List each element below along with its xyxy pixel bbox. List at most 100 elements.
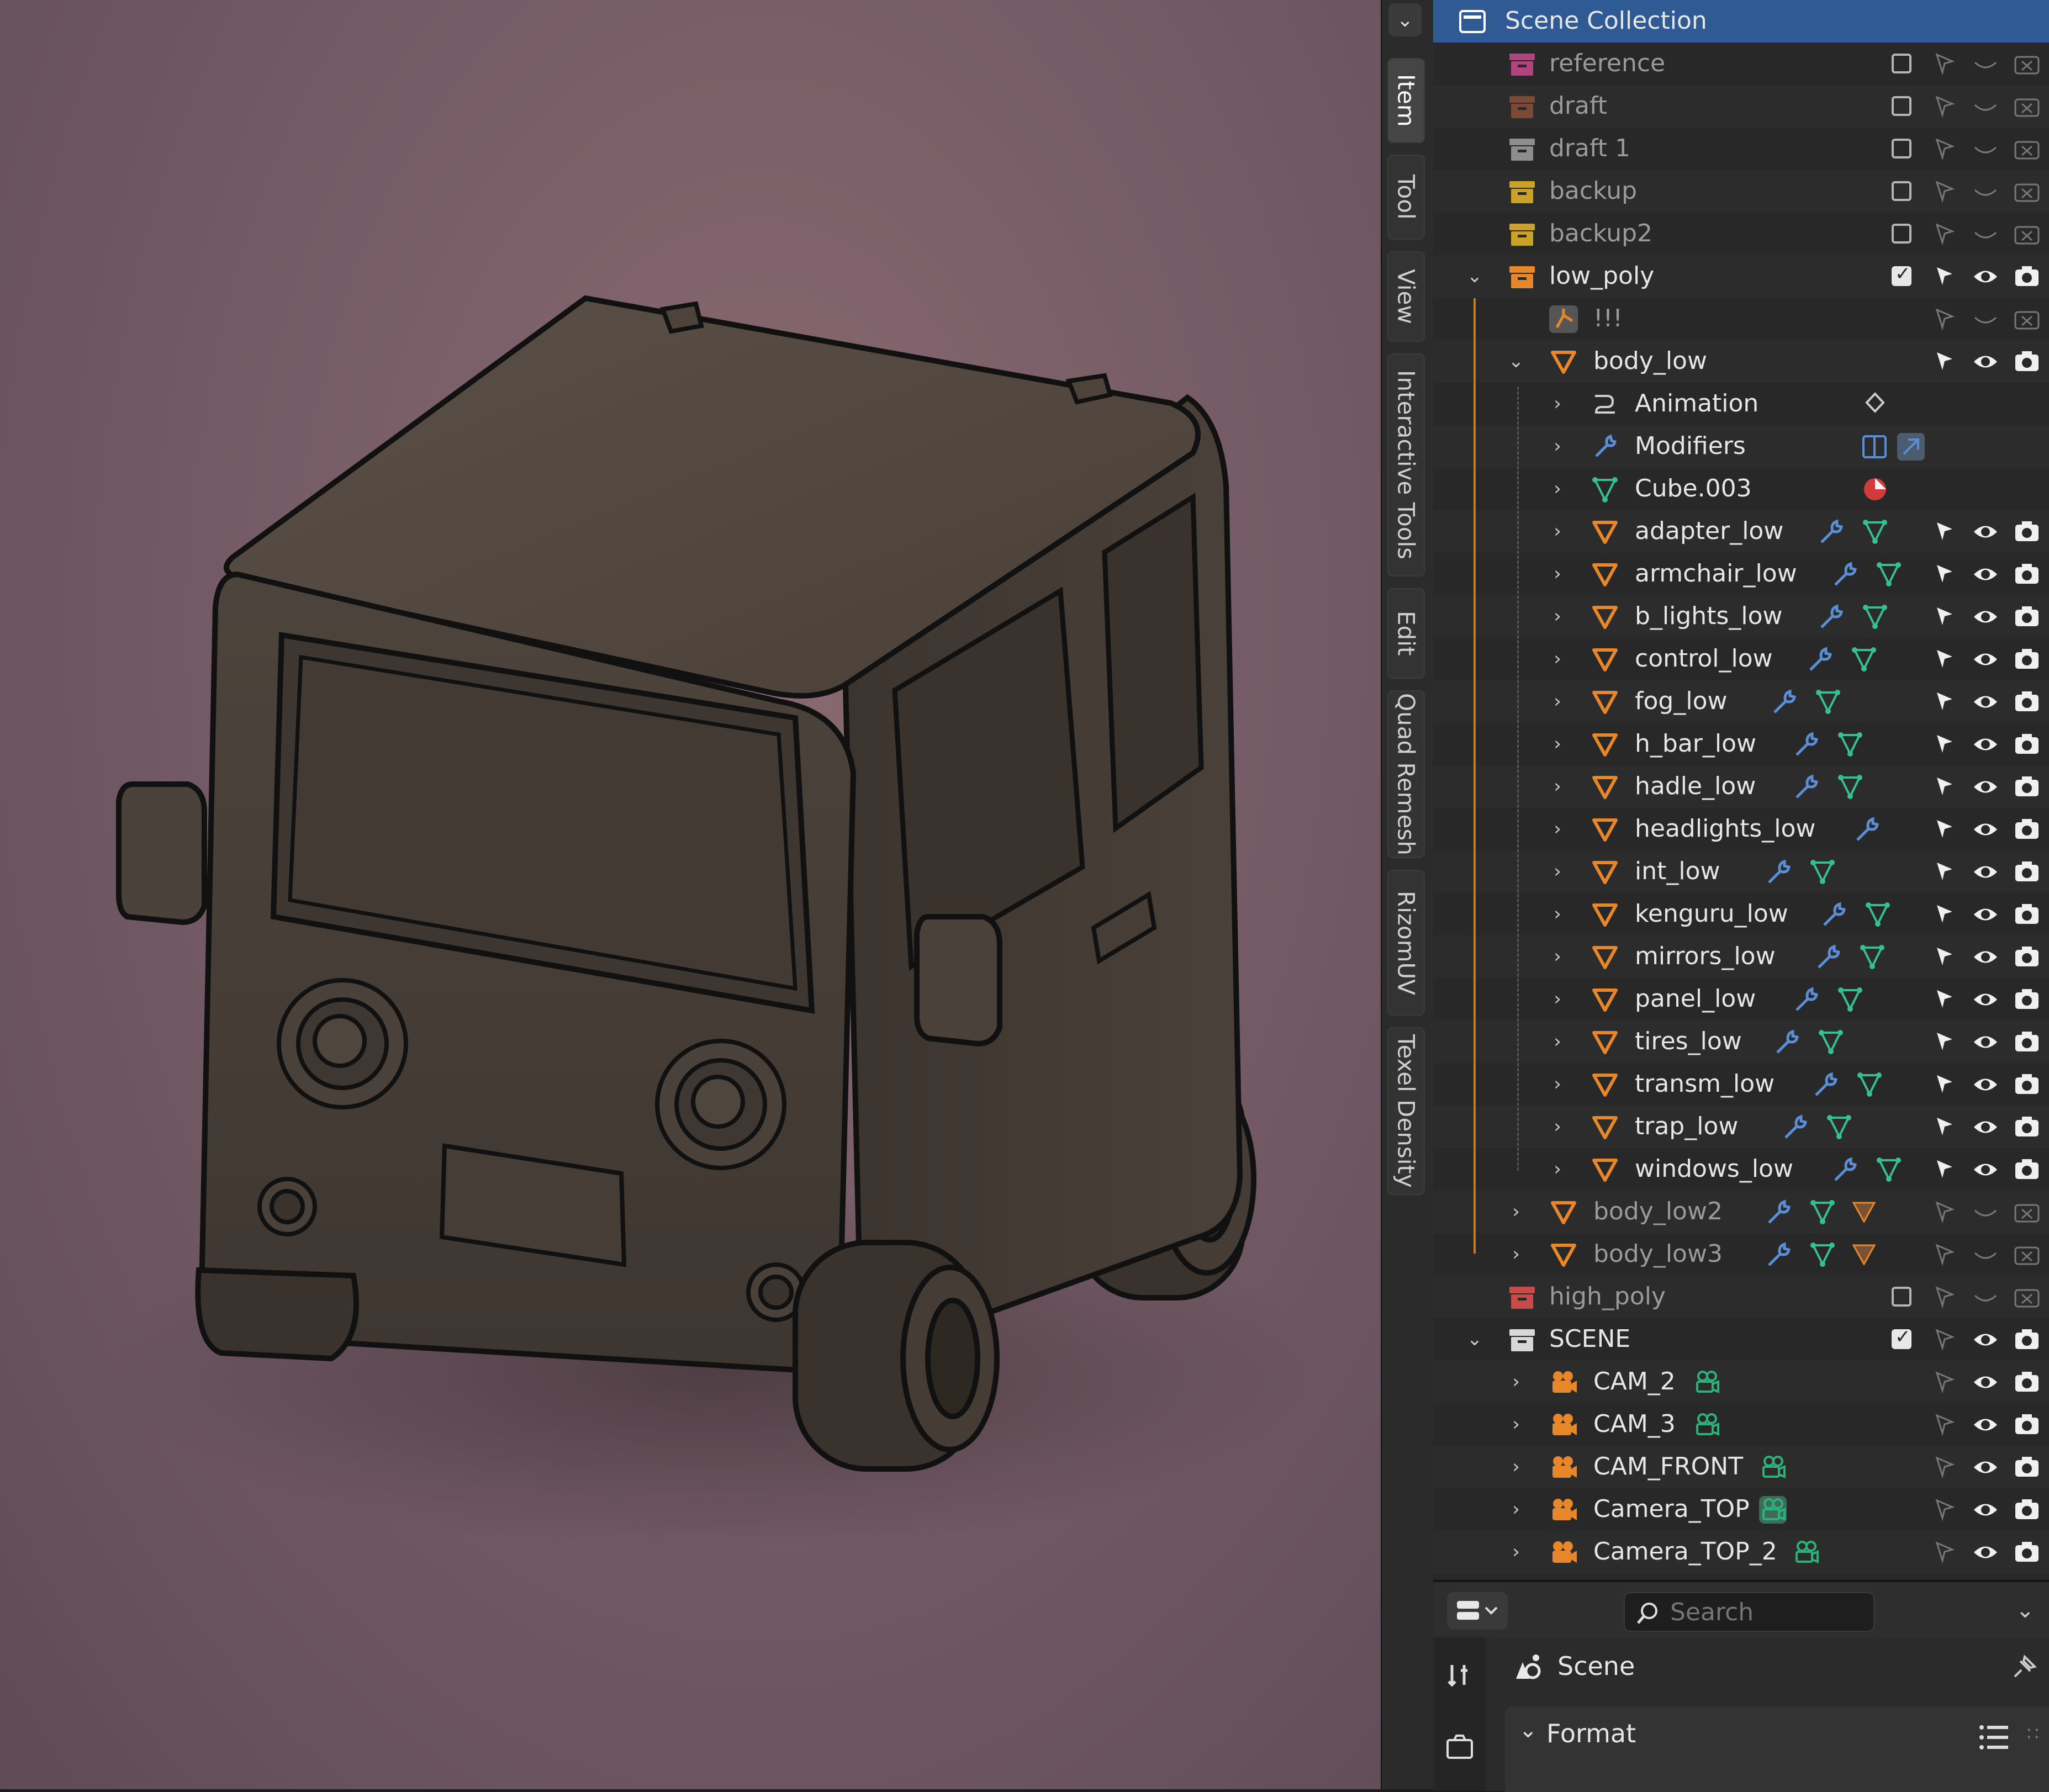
modifier-wrench-icon[interactable] bbox=[1765, 858, 1792, 886]
tab-texel-density[interactable]: Texel Density bbox=[1387, 1027, 1425, 1195]
outliner-row-body-low[interactable]: ⌄ body_low bbox=[1433, 340, 2049, 383]
outliner-row-tires-low[interactable]: › tires_low bbox=[1433, 1021, 2049, 1063]
chevron-right-icon[interactable]: › bbox=[1505, 1541, 1527, 1563]
outliner-row-headlights-low[interactable]: › headlights_low bbox=[1433, 808, 2049, 850]
selectable-toggle-icon[interactable] bbox=[1930, 1113, 1958, 1141]
selectable-toggle-icon[interactable] bbox=[1930, 561, 1958, 588]
outliner-row-kenguru-low[interactable]: › kenguru_low bbox=[1433, 893, 2049, 935]
selectable-toggle-icon[interactable] bbox=[1930, 1453, 1958, 1481]
visibility-eye-icon[interactable] bbox=[1972, 1453, 1999, 1481]
chevron-right-icon[interactable]: › bbox=[1546, 1158, 1569, 1180]
selectable-toggle-icon[interactable] bbox=[1930, 1028, 1958, 1056]
chevron-right-icon[interactable]: › bbox=[1546, 775, 1569, 797]
outliner-row-adapter-low[interactable]: › adapter_low bbox=[1433, 510, 2049, 553]
chevron-right-icon[interactable]: › bbox=[1546, 648, 1569, 670]
selectable-toggle-icon[interactable] bbox=[1930, 901, 1958, 928]
modifier-wrench-icon[interactable] bbox=[1831, 561, 1858, 588]
outliner-row-body-low2[interactable]: › body_low2 bbox=[1433, 1191, 2049, 1233]
visibility-eye-icon[interactable] bbox=[1972, 1326, 1999, 1354]
mesh-data-icon[interactable] bbox=[1809, 858, 1836, 886]
properties-editor[interactable]: ⌄ Scene ⌄ Format ∷ bbox=[1433, 1580, 2049, 1792]
outliner-row-low-poly[interactable]: ⌄ low_poly bbox=[1433, 255, 2049, 298]
selectable-toggle-icon[interactable] bbox=[1930, 1496, 1958, 1524]
chevron-right-icon[interactable]: › bbox=[1546, 435, 1569, 457]
render-camera-icon[interactable] bbox=[2013, 1326, 2041, 1354]
chevron-right-icon[interactable]: › bbox=[1546, 945, 1569, 968]
render-camera-icon[interactable] bbox=[2013, 1496, 2041, 1524]
outliner-row-reference[interactable]: reference bbox=[1433, 43, 2049, 85]
selectable-toggle-icon[interactable] bbox=[1930, 518, 1958, 546]
chevron-right-icon[interactable]: › bbox=[1546, 1116, 1569, 1138]
visibility-eye-icon[interactable] bbox=[1972, 1071, 1999, 1098]
render-camera-icon[interactable] bbox=[2013, 1368, 2041, 1396]
exclude-checkbox[interactable] bbox=[1892, 139, 1911, 158]
mesh-data-icon[interactable] bbox=[1856, 1071, 1883, 1098]
render-camera-icon[interactable] bbox=[2013, 858, 2041, 886]
chevron-down-icon[interactable]: ⌄ bbox=[1464, 1328, 1486, 1350]
visibility-eye-icon[interactable] bbox=[1972, 1411, 1999, 1439]
chevron-right-icon[interactable]: › bbox=[1546, 1030, 1569, 1053]
chevron-down-icon[interactable]: ⌄ bbox=[1505, 350, 1527, 372]
visibility-eye-icon[interactable] bbox=[1972, 943, 1999, 971]
exclude-checkbox[interactable] bbox=[1892, 96, 1911, 116]
selectable-toggle-icon[interactable] bbox=[1930, 1283, 1958, 1311]
tab-quad-remesh[interactable]: Quad Remesh bbox=[1387, 690, 1425, 858]
chevron-down-icon[interactable]: ⌄ bbox=[1388, 3, 1422, 36]
selectable-toggle-icon[interactable] bbox=[1930, 178, 1958, 205]
visibility-eye-icon[interactable] bbox=[1972, 1113, 1999, 1141]
hook-modifier-icon[interactable] bbox=[1897, 433, 1925, 461]
render-camera-icon[interactable] bbox=[2013, 1539, 2041, 1566]
material-slot-icon[interactable] bbox=[1850, 1198, 1878, 1226]
render-camera-icon[interactable] bbox=[2013, 646, 2041, 673]
chevron-right-icon[interactable]: › bbox=[1546, 860, 1569, 882]
modifier-wrench-icon[interactable] bbox=[1781, 1113, 1809, 1141]
outliner-row-cube-003[interactable]: › Cube.003 bbox=[1433, 468, 2049, 510]
chevron-right-icon[interactable]: › bbox=[1546, 903, 1569, 925]
render-camera-icon[interactable] bbox=[2013, 50, 2041, 78]
chevron-right-icon[interactable]: › bbox=[1505, 1243, 1527, 1265]
visibility-eye-icon[interactable] bbox=[1972, 1198, 1999, 1226]
modifier-wrench-icon[interactable] bbox=[1831, 1156, 1858, 1183]
outliner-row-body-low3[interactable]: › body_low3 bbox=[1433, 1233, 2049, 1276]
render-camera-icon[interactable] bbox=[2013, 1241, 2041, 1268]
modifier-wrench-icon[interactable] bbox=[1806, 646, 1834, 673]
chevron-right-icon[interactable]: › bbox=[1546, 988, 1569, 1010]
chevron-right-icon[interactable]: › bbox=[1505, 1371, 1527, 1393]
chevron-right-icon[interactable]: › bbox=[1505, 1498, 1527, 1520]
mesh-data-icon[interactable] bbox=[1850, 646, 1878, 673]
selectable-toggle-icon[interactable] bbox=[1930, 50, 1958, 78]
render-camera-icon[interactable] bbox=[2013, 220, 2041, 248]
chevron-right-icon[interactable]: › bbox=[1546, 393, 1569, 415]
camera-data-icon[interactable] bbox=[1693, 1368, 1720, 1396]
render-camera-icon[interactable] bbox=[2013, 1028, 2041, 1056]
render-camera-icon[interactable] bbox=[2013, 305, 2041, 333]
render-camera-icon[interactable] bbox=[2013, 1198, 2041, 1226]
exclude-checkbox[interactable] bbox=[1892, 1287, 1911, 1307]
exclude-checkbox[interactable] bbox=[1892, 224, 1911, 244]
camera-data-icon[interactable] bbox=[1693, 1411, 1720, 1439]
selectable-toggle-icon[interactable] bbox=[1930, 305, 1958, 333]
mesh-data-icon[interactable] bbox=[1836, 986, 1864, 1013]
outliner-row-high-poly[interactable]: high_poly bbox=[1433, 1276, 2049, 1318]
outliner-row-hadle-low[interactable]: › hadle_low bbox=[1433, 765, 2049, 808]
camera-data-icon[interactable] bbox=[1792, 1539, 1820, 1566]
format-panel[interactable]: ⌄ Format ∷ bbox=[1505, 1706, 2049, 1792]
selectable-toggle-icon[interactable] bbox=[1930, 1326, 1958, 1354]
visibility-eye-icon[interactable] bbox=[1972, 348, 1999, 376]
camera-data-icon[interactable] bbox=[1759, 1496, 1787, 1524]
outliner-row-modifiers[interactable]: › Modifiers bbox=[1433, 425, 2049, 468]
visibility-eye-icon[interactable] bbox=[1972, 305, 1999, 333]
render-camera-icon[interactable] bbox=[2013, 1156, 2041, 1183]
exclude-checkbox[interactable] bbox=[1892, 1326, 1911, 1349]
modifier-wrench-icon[interactable] bbox=[1817, 518, 1845, 546]
selectable-toggle-icon[interactable] bbox=[1930, 348, 1958, 376]
material-icon[interactable] bbox=[1861, 475, 1889, 503]
chevron-right-icon[interactable]: › bbox=[1546, 563, 1569, 585]
visibility-eye-icon[interactable] bbox=[1972, 858, 1999, 886]
selectable-toggle-icon[interactable] bbox=[1930, 943, 1958, 971]
modifier-wrench-icon[interactable] bbox=[1814, 943, 1842, 971]
modifier-wrench-icon[interactable] bbox=[1817, 603, 1845, 631]
visibility-eye-icon[interactable] bbox=[1972, 1539, 1999, 1566]
chevron-right-icon[interactable]: › bbox=[1546, 818, 1569, 840]
mesh-data-icon[interactable] bbox=[1861, 603, 1889, 631]
